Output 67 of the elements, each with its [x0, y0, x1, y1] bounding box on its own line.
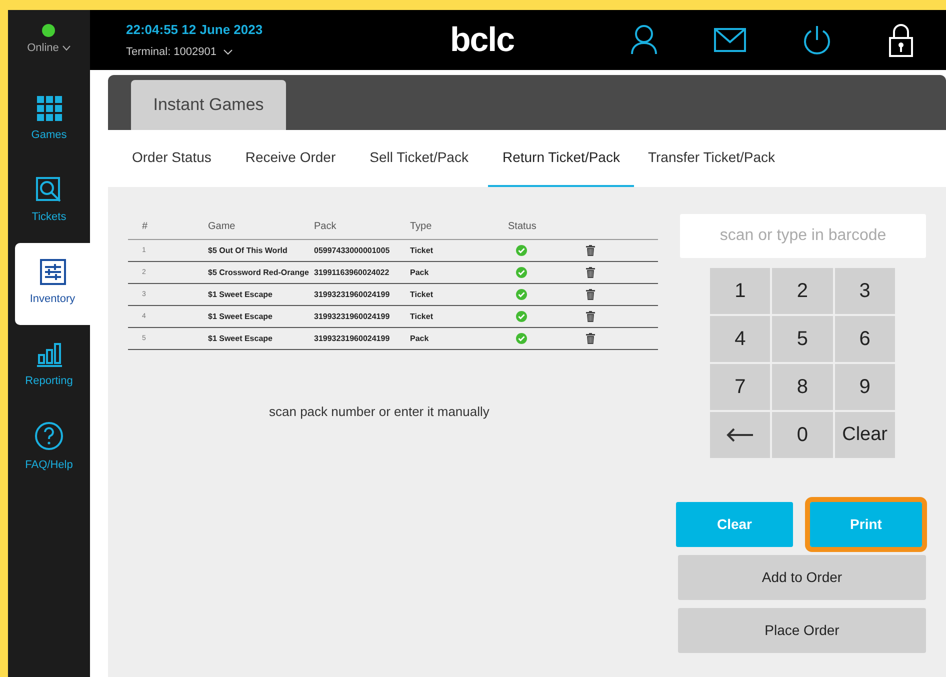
bar-chart-icon	[36, 341, 62, 368]
trash-icon[interactable]	[586, 311, 595, 322]
column-header: #	[142, 221, 148, 232]
tab[interactable]: Transfer Ticket/Pack	[634, 130, 790, 187]
chevron-icon	[62, 45, 71, 52]
table-cell: Pack	[410, 268, 429, 276]
section-tab[interactable]: Instant Games	[131, 80, 286, 130]
hint-text: scan pack number or enter it manually	[269, 403, 490, 421]
column-header: Pack	[314, 221, 336, 232]
trash-icon[interactable]	[586, 333, 595, 344]
sidebar-item[interactable]: FAQ/Help	[8, 406, 90, 488]
grid-icon	[36, 96, 62, 121]
column-header: Game	[208, 221, 236, 232]
table-cell: $5 Crossword Red-Orange	[208, 268, 309, 276]
trash-icon[interactable]	[586, 267, 595, 278]
keypad-key[interactable]: 8	[772, 364, 833, 410]
action-button[interactable]: Place Order	[678, 608, 926, 653]
action-button[interactable]: Add to Order	[678, 555, 926, 600]
table-cell: 31991163960024022	[314, 268, 390, 276]
mail-icon[interactable]	[714, 28, 746, 52]
power-icon[interactable]	[802, 25, 832, 55]
sliders-icon	[40, 259, 66, 286]
table-cell: 05997433000001005	[314, 246, 390, 254]
keypad-key[interactable]: 2	[772, 268, 833, 314]
sidebar-item[interactable]: Inventory	[15, 242, 90, 324]
table-cell: $1 Sweet Escape	[208, 312, 272, 320]
logo: bclc	[450, 20, 514, 60]
tab[interactable]: Order Status	[118, 130, 226, 187]
table-cell: 31993231960024199	[314, 290, 390, 298]
search-icon	[36, 177, 62, 204]
user-icon[interactable]	[630, 25, 658, 55]
sidebar-item[interactable]: Games	[8, 78, 90, 160]
column-header: Status	[508, 221, 536, 232]
column-header: Type	[410, 221, 432, 232]
table-cell: Ticket	[410, 246, 433, 254]
trash-icon[interactable]	[586, 289, 595, 300]
keypad-key[interactable]: 1	[710, 268, 770, 314]
lock-icon[interactable]	[888, 23, 914, 57]
table-cell: $5 Out Of This World	[208, 246, 288, 254]
keypad-key[interactable]: Clear	[834, 412, 895, 458]
table-cell: Ticket	[410, 290, 433, 298]
table-cell: Pack	[410, 334, 429, 342]
status-label[interactable]: Online	[27, 40, 59, 56]
table-cell: 31993231960024199	[314, 334, 390, 342]
table-cell: 31993231960024199	[314, 312, 390, 320]
keypad-key[interactable]: 7	[710, 364, 770, 410]
help-icon	[34, 421, 64, 452]
keypad-key[interactable]: 9	[834, 364, 895, 410]
keypad-key[interactable]: 0	[772, 412, 833, 458]
barcode-field[interactable]: scan or type in barcode	[680, 214, 926, 258]
tab[interactable]: Receive Order	[231, 130, 350, 187]
chevron-icon	[222, 48, 233, 55]
tab[interactable]: Sell Ticket/Pack	[356, 130, 482, 187]
keypad-key[interactable]: 4	[710, 316, 770, 362]
date-time: 22:04:55 12 June 2023	[126, 21, 264, 39]
table-cell: Ticket	[410, 312, 433, 320]
terminal-label: Terminal: 1002901	[126, 44, 217, 60]
arrow-left-icon	[726, 428, 754, 442]
keypad-key[interactable]: 6	[834, 316, 895, 362]
sidebar-item[interactable]: Tickets	[8, 160, 90, 242]
backspace-key[interactable]	[710, 412, 770, 458]
sidebar-item[interactable]: Reporting	[8, 324, 90, 406]
table-cell: $1 Sweet Escape	[208, 290, 272, 298]
table-cell: $1 Sweet Escape	[208, 334, 272, 342]
trash-icon[interactable]	[586, 245, 595, 256]
keypad-key[interactable]: 3	[834, 268, 895, 314]
keypad-key[interactable]: 5	[772, 316, 833, 362]
